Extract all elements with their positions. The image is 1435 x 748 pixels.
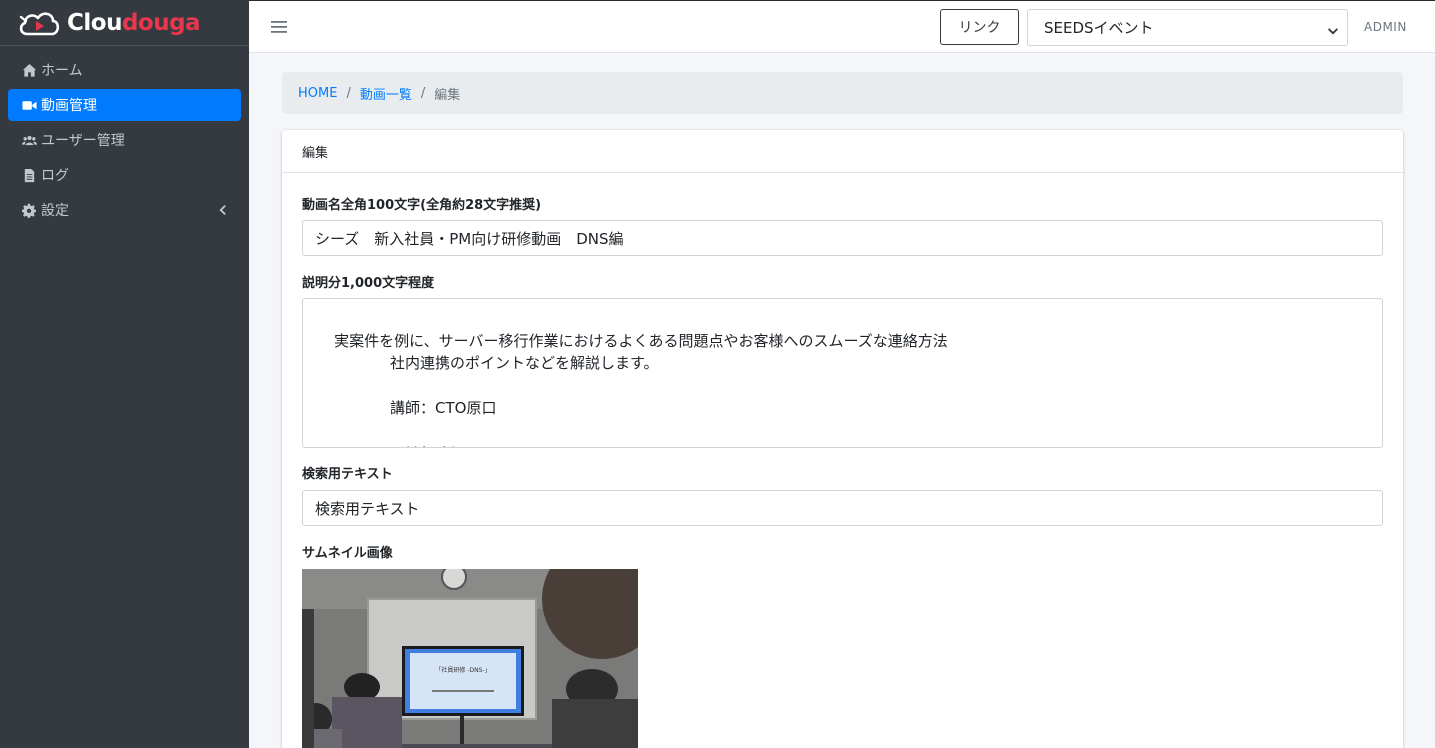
thumbnail-image[interactable]: 「社員研修 -DNS-」 <box>302 569 638 748</box>
edit-card: 編集 動画名全角100文字(全角約28文字推奨) シーズ 新入社員・PM向け研修… <box>282 130 1403 748</box>
search-text-label: 検索用テキスト <box>302 467 393 482</box>
sidebar-item-label: ホーム <box>41 63 83 79</box>
breadcrumb-video-list-link[interactable]: 動画一覧 <box>360 84 412 103</box>
thumbnail-screen-text: 「社員研修 -DNS-」 <box>435 666 490 674</box>
video-title-input[interactable]: シーズ 新入社員・PM向け研修動画 DNS編 <box>302 220 1383 256</box>
cloud-play-logo-icon <box>19 11 60 35</box>
sidebar-item-label: ユーザー管理 <box>41 133 125 149</box>
breadcrumb-home-link[interactable]: HOME <box>298 86 337 101</box>
video-icon <box>21 97 37 113</box>
sidebar-item-home[interactable]: ホーム <box>8 54 241 86</box>
card-title: 編集 <box>282 130 1403 173</box>
brand[interactable]: Cloudouga <box>0 0 249 46</box>
breadcrumb-separator: / <box>420 85 426 101</box>
sidebar-item-label: ログ <box>41 168 69 184</box>
chevron-down-icon <box>1327 23 1339 35</box>
video-title-label: 動画名全角100文字(全角約28文字推奨) <box>302 198 542 213</box>
description-label: 説明分1,000文字程度 <box>302 276 435 291</box>
thumbnail-label: サムネイル画像 <box>302 546 393 561</box>
breadcrumb: HOME / 動画一覧 / 編集 <box>282 72 1403 114</box>
event-select-value: SEEDSイベント <box>1044 19 1154 37</box>
menu-toggle-icon[interactable] <box>271 19 287 33</box>
users-icon <box>21 132 37 148</box>
resize-handle-icon[interactable] <box>1371 436 1380 445</box>
breadcrumb-separator: / <box>346 85 351 101</box>
chevron-left-icon[interactable] <box>217 204 227 216</box>
description-textarea[interactable]: 実案件を例に、サーバー移行作業におけるよくある問題点やお客様へのスムーズな連絡方… <box>302 298 1383 448</box>
sidebar-nav: ホーム 動画管理 ユーザー管理 ログ 設定 <box>0 46 249 226</box>
gear-icon <box>21 202 37 218</box>
sidebar-item-video-management[interactable]: 動画管理 <box>8 89 241 121</box>
sidebar: Cloudouga ホーム 動画管理 ユーザー管理 ログ 設定 <box>0 0 249 748</box>
sidebar-item-log[interactable]: ログ <box>8 159 241 191</box>
sidebar-item-label: 動画管理 <box>41 98 97 114</box>
search-text-input[interactable]: 検索用テキスト <box>302 490 1383 526</box>
home-icon <box>21 62 37 78</box>
breadcrumb-current: 編集 <box>434 87 461 103</box>
sidebar-item-settings[interactable]: 設定 <box>8 194 241 226</box>
sidebar-item-label: 設定 <box>41 203 69 219</box>
thumbnail-scene: 「社員研修 -DNS-」 <box>302 569 638 748</box>
link-button[interactable]: リンク <box>940 9 1019 45</box>
admin-user-label[interactable]: ADMIN <box>1364 20 1407 34</box>
top-navbar: リンク SEEDSイベント ADMIN <box>249 0 1435 53</box>
description-text: 実案件を例に、サーバー移行作業におけるよくある問題点やお客様へのスムーズな連絡方… <box>334 331 948 448</box>
file-icon <box>21 167 37 183</box>
event-select[interactable]: SEEDSイベント <box>1027 9 1348 46</box>
brand-name: Cloudouga <box>67 9 201 36</box>
sidebar-item-user-management[interactable]: ユーザー管理 <box>8 124 241 156</box>
